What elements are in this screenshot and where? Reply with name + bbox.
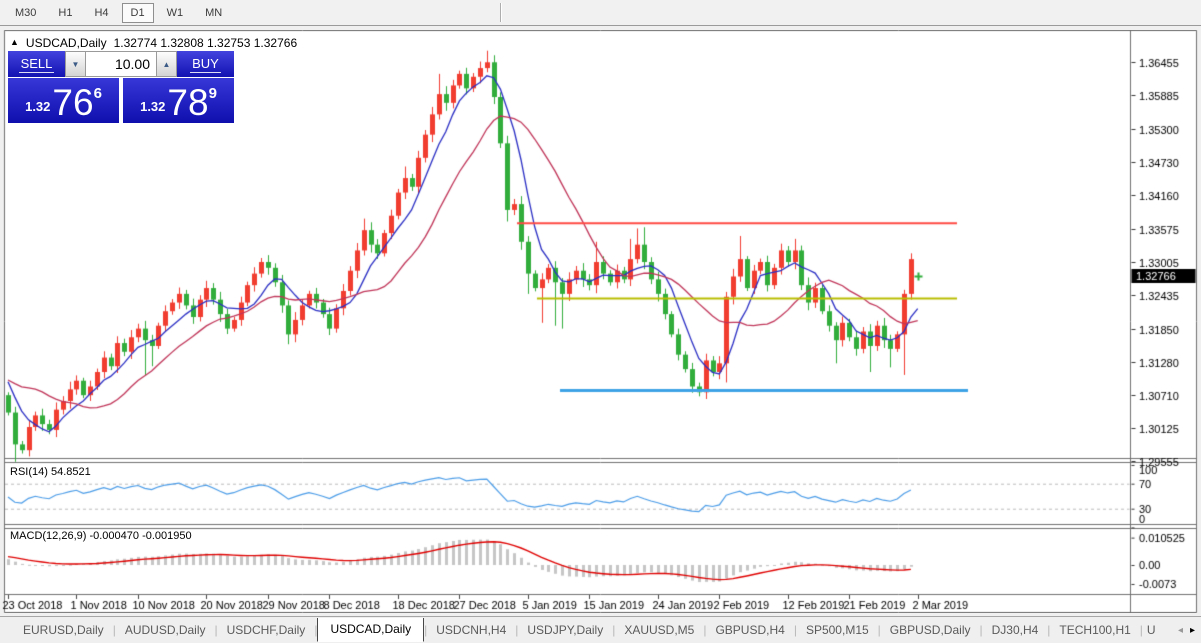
symbol-tab-tech100-h1[interactable]: TECH100,H1 — [1050, 619, 1139, 641]
sell-price-big: 76 — [52, 88, 93, 118]
macd-indicator-label: MACD(12,26,9) -0.000470 -0.001950 — [10, 530, 192, 542]
buy-button-label: BUY — [190, 56, 221, 73]
chart-ohlc-values: 1.32774 1.32808 1.32753 1.32766 — [114, 36, 298, 50]
timeframe-button-w1[interactable]: W1 — [158, 3, 193, 23]
symbol-tab-eurusd-daily[interactable]: EURUSD,Daily — [14, 619, 113, 641]
order-prices-row: 1.32 76 6 1.32 78 9 — [8, 78, 234, 123]
buy-price-big: 78 — [167, 88, 208, 118]
symbol-tab-audusd-daily[interactable]: AUDUSD,Daily — [116, 619, 215, 641]
tab-scroll-left-icon[interactable]: ◂ — [1178, 625, 1183, 636]
tab-scroll-right-icon[interactable]: ▸ — [1190, 625, 1195, 636]
rsi-indicator-label: RSI(14) 54.8521 — [10, 466, 91, 478]
arrow-up-icon: ▲ — [163, 60, 171, 69]
timeframe-buttons: M30H1H4D1W1MN — [6, 3, 231, 23]
toolbar-separator — [500, 3, 502, 22]
buy-price-panel[interactable]: 1.32 78 9 — [123, 78, 234, 123]
volume-increase-button[interactable]: ▲ — [156, 51, 177, 77]
symbol-tab-gbpusd-h4[interactable]: GBPUSD,H4 — [706, 619, 793, 641]
symbol-tabs: EURUSD,Daily|AUDUSD,Daily|USDCHF,Daily|U… — [14, 618, 1176, 643]
timeframe-button-h4[interactable]: H4 — [85, 3, 117, 23]
symbol-tab-dj30-h4[interactable]: DJ30,H4 — [983, 619, 1048, 641]
order-controls-row: SELL ▼ ▲ BUY — [8, 51, 234, 77]
collapse-triangle-icon[interactable]: ▲ — [10, 37, 19, 47]
chart-ohlc-header: ▲ USDCAD,Daily 1.32774 1.32808 1.32753 1… — [10, 36, 297, 50]
timeframe-button-mn[interactable]: MN — [196, 3, 231, 23]
chart-symbol-label: USDCAD,Daily — [26, 36, 107, 50]
buy-price-small: 1.32 — [140, 99, 165, 114]
buy-price-sup: 9 — [209, 85, 217, 102]
symbol-tab-usdcnh-h4[interactable]: USDCNH,H4 — [427, 619, 515, 641]
volume-input[interactable] — [86, 51, 156, 77]
symbol-tab-bar: EURUSD,Daily|AUDUSD,Daily|USDCHF,Daily|U… — [0, 616, 1201, 643]
symbol-tab-xauusd-m5[interactable]: XAUUSD,M5 — [615, 619, 703, 641]
symbol-tab-gbpusd-daily[interactable]: GBPUSD,Daily — [881, 619, 980, 641]
symbol-tab-sp500-m15[interactable]: SP500,M15 — [797, 619, 878, 641]
sell-button-label: SELL — [19, 56, 55, 73]
symbol-tab-usdcad-daily[interactable]: USDCAD,Daily — [317, 618, 424, 642]
sell-button[interactable]: SELL — [8, 51, 65, 77]
symbol-tab-usdjpy-daily[interactable]: USDJPY,Daily — [518, 619, 612, 641]
one-click-trading-widget: SELL ▼ ▲ BUY 1.32 76 6 1.32 78 9 — [8, 51, 234, 123]
timeframe-button-d1[interactable]: D1 — [122, 3, 154, 23]
arrow-down-icon: ▼ — [72, 60, 80, 69]
buy-button[interactable]: BUY — [177, 51, 234, 77]
trading-terminal: M30H1H4D1W1MN ▲ USDCAD,Daily 1.32774 1.3… — [0, 0, 1201, 643]
timeframe-button-m30[interactable]: M30 — [6, 3, 45, 23]
timeframe-button-h1[interactable]: H1 — [49, 3, 81, 23]
sell-price-small: 1.32 — [25, 99, 50, 114]
sell-price-sup: 6 — [94, 85, 102, 102]
timeframe-toolbar: M30H1H4D1W1MN — [0, 0, 1201, 26]
tab-scroll-controls: ◂ ▸ — [1178, 625, 1201, 636]
symbol-tab-overflow[interactable]: U — [1143, 619, 1160, 641]
sell-price-panel[interactable]: 1.32 76 6 — [8, 78, 119, 123]
volume-decrease-button[interactable]: ▼ — [65, 51, 86, 77]
symbol-tab-usdchf-daily[interactable]: USDCHF,Daily — [218, 619, 315, 641]
